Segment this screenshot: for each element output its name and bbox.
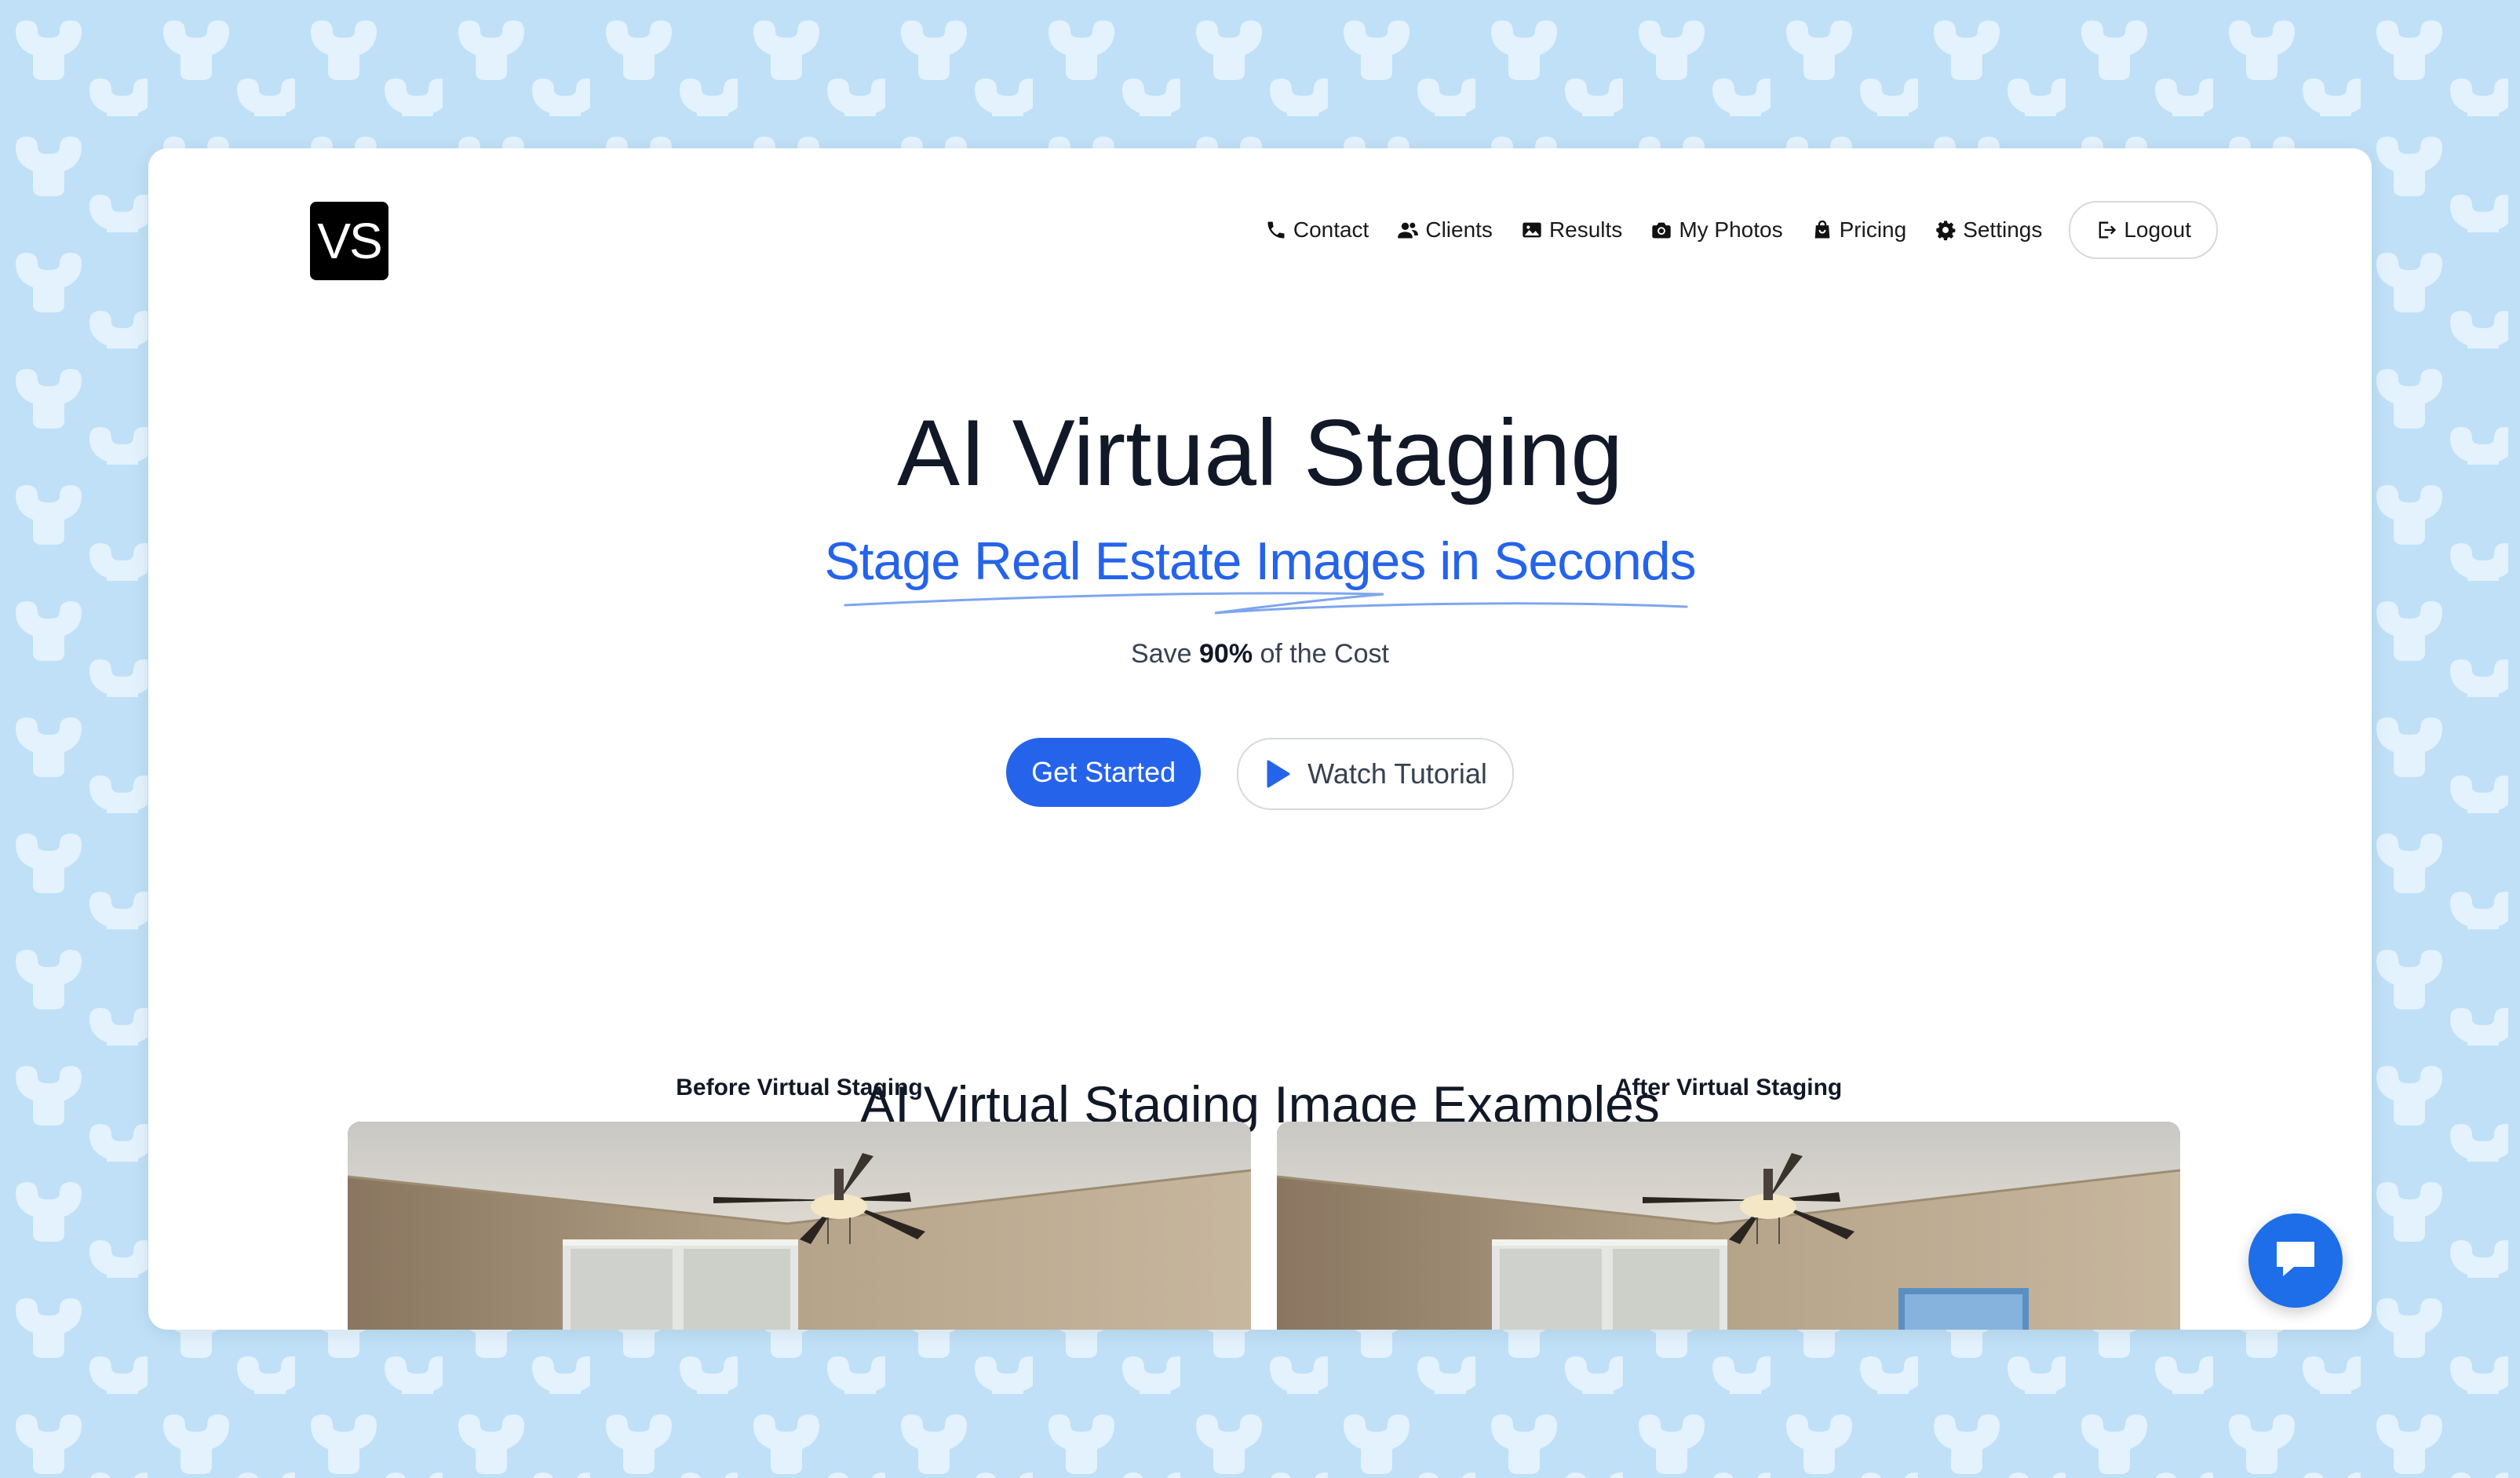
cta-row: Get Started Watch Tutorial — [148, 738, 2372, 810]
tagline-savings-value: 90% — [1199, 639, 1253, 669]
watch-tutorial-button[interactable]: Watch Tutorial — [1237, 738, 1514, 810]
top-nav: Contact Clients Results My Photos Pricin… — [1237, 201, 2218, 259]
nav-item-pricing[interactable]: Pricing — [1810, 217, 1907, 243]
shopping-bag-icon — [1810, 217, 1835, 243]
users-icon — [1395, 217, 1420, 243]
nav-label-pricing: Pricing — [1839, 217, 1907, 242]
after-staging-image[interactable] — [1277, 1122, 2180, 1330]
phone-icon — [1264, 217, 1289, 243]
watch-tutorial-label: Watch Tutorial — [1307, 757, 1487, 790]
play-icon — [1267, 760, 1290, 788]
logout-icon — [2095, 219, 2117, 241]
logout-button[interactable]: Logout — [2069, 201, 2218, 259]
nav-label-results: Results — [1548, 217, 1623, 242]
image-icon — [1519, 217, 1544, 243]
tagline-suffix: of the Cost — [1253, 639, 1389, 669]
nav-item-my-photos[interactable]: My Photos — [1649, 217, 1783, 243]
nav-item-contact[interactable]: Contact — [1264, 217, 1369, 243]
nav-label-settings: Settings — [1963, 217, 2043, 242]
hero-title: AI Virtual Staging — [896, 400, 1624, 505]
app-window: VS Contact Clients Results My Photos Pri… — [148, 148, 2372, 1330]
chat-bubble-icon — [2272, 1237, 2319, 1285]
hero-tagline: Save 90% of the Cost — [148, 637, 2372, 671]
nav-item-clients[interactable]: Clients — [1395, 217, 1493, 243]
gear-icon — [1933, 217, 1958, 243]
logout-label: Logout — [2124, 217, 2191, 242]
nav-label-clients: Clients — [1425, 217, 1493, 242]
brand-logo[interactable]: VS — [310, 202, 388, 280]
nav-label-my-photos: My Photos — [1679, 217, 1783, 242]
nav-label-contact: Contact — [1293, 217, 1369, 242]
get-started-button[interactable]: Get Started — [1006, 738, 1202, 807]
camera-icon — [1649, 217, 1674, 243]
before-staging-image[interactable] — [348, 1122, 1251, 1330]
nav-item-results[interactable]: Results — [1519, 217, 1622, 243]
nav-item-settings[interactable]: Settings — [1933, 217, 2042, 243]
subtitle-underline-swoosh — [844, 592, 1688, 615]
after-staging-label: After Virtual Staging — [1614, 1075, 1843, 1100]
before-staging-label: Before Virtual Staging — [676, 1075, 923, 1100]
chat-button[interactable] — [2248, 1213, 2343, 1308]
tagline-prefix: Save — [1131, 639, 1199, 669]
